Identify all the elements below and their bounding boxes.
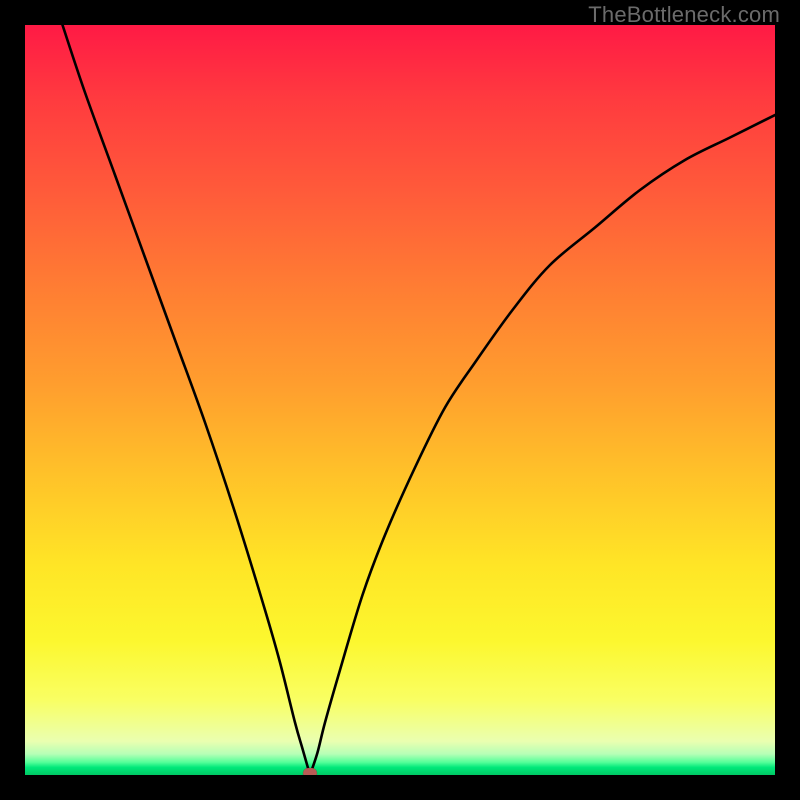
minimum-marker — [303, 768, 317, 775]
watermark-text: TheBottleneck.com — [588, 2, 780, 28]
curve-left-branch — [63, 25, 311, 775]
curve-layer — [25, 25, 775, 775]
chart-frame: TheBottleneck.com — [0, 0, 800, 800]
plot-area — [25, 25, 775, 775]
curve-right-branch — [310, 115, 775, 775]
